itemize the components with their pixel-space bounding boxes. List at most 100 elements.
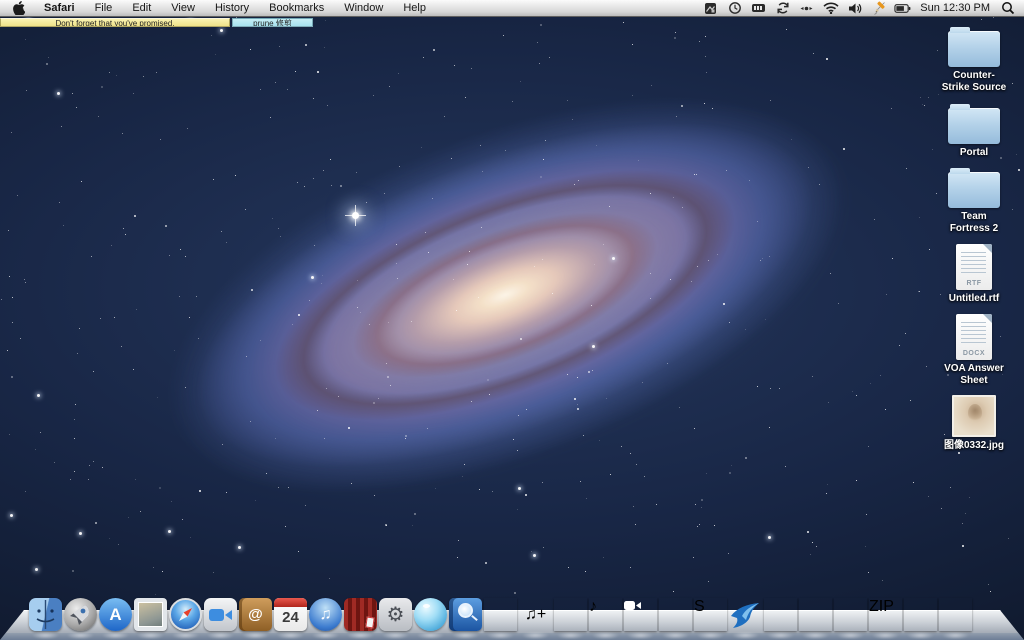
image-0332-jpg-file[interactable]: 图像0332.jpg (926, 395, 1022, 452)
dock-app-store[interactable]: A (98, 591, 133, 631)
trash-icon (939, 598, 972, 631)
dictionary-book-icon (449, 598, 482, 631)
dock-firefox[interactable] (483, 591, 518, 631)
ichat-bubble-icon (624, 598, 657, 631)
image-thumbnail-icon (952, 395, 996, 437)
folder-icon (948, 108, 1000, 144)
plus-badge: + (537, 606, 546, 624)
folder-icon (948, 172, 1000, 208)
desktop: Safari File Edit View History Bookmarks … (0, 0, 1024, 640)
system-preferences-gear-icon: ⚙ (379, 598, 412, 631)
folder-icon (948, 31, 1000, 67)
dock-itunes[interactable]: ♫ (308, 591, 343, 631)
dock-stickies[interactable] (658, 591, 693, 631)
zip-archive-icon: ZIP (869, 598, 902, 631)
volume-icon[interactable] (846, 0, 863, 17)
spotlight-search-icon[interactable] (999, 0, 1016, 17)
dock-red-music-app[interactable]: ♪ (588, 591, 623, 631)
menu-history[interactable]: History (205, 0, 259, 17)
sticky-note-prune[interactable]: prune 修剪 (232, 18, 313, 27)
wifi-icon[interactable] (822, 0, 839, 17)
stickies-notes-icon (659, 598, 692, 631)
minimized-window-icon (904, 598, 937, 631)
dock-skype[interactable]: S (693, 591, 728, 631)
dock-safari[interactable] (168, 591, 203, 631)
input-method-icon[interactable] (702, 0, 719, 17)
address-book-icon: @ (239, 598, 272, 631)
dock-chrome[interactable] (553, 591, 588, 631)
menu-window[interactable]: Window (334, 0, 393, 17)
dock-go-board-app[interactable] (798, 591, 833, 631)
icon-label: VOA Answer Sheet (944, 363, 1004, 387)
sync-icon[interactable] (774, 0, 791, 17)
dock-blue-mascot-app[interactable] (413, 591, 448, 631)
handwriting-pen-icon[interactable] (870, 0, 887, 17)
portal-folder[interactable]: Portal (926, 103, 1022, 159)
dock-thunder-bird-app[interactable] (728, 591, 763, 631)
universal-access-icon[interactable] (798, 0, 815, 17)
mail-stamp-icon (134, 598, 167, 631)
dock-music-plus-app[interactable]: ♫ + (518, 591, 553, 631)
folder-stack-icon (834, 598, 867, 631)
icon-label: 图像0332.jpg (944, 440, 1004, 452)
safari-compass-icon (169, 598, 202, 631)
active-app-menu[interactable]: Safari (34, 2, 85, 14)
sticky-note-reminder[interactable]: Don't forget that you've promised. (0, 18, 230, 27)
icon-label: Team Fortress 2 (950, 211, 998, 235)
rtf-document-icon: RTF (956, 244, 992, 290)
menu-edit[interactable]: Edit (122, 0, 161, 17)
dock-dictionary-app[interactable] (448, 591, 483, 631)
desktop-icons-column: Counter- Strike Source Portal Team Fortr… (926, 26, 1022, 461)
firefox-icon (484, 598, 517, 631)
itunes-icon: ♫ (309, 598, 342, 631)
dock-zip-archive[interactable]: ZIP (868, 591, 903, 631)
dock-photo-booth[interactable] (343, 591, 378, 631)
voa-answer-sheet-file[interactable]: DOCX VOA Answer Sheet (926, 314, 1022, 387)
menu-help[interactable]: Help (393, 0, 436, 17)
dock-green-orbs-app[interactable] (763, 591, 798, 631)
dock-finder[interactable] (28, 591, 63, 631)
dock-mail[interactable] (133, 591, 168, 631)
starfield (0, 0, 1024, 640)
photo-booth-curtain-icon (344, 598, 377, 631)
menu-bar-clock[interactable]: Sun 12:30 PM (918, 2, 992, 14)
dock-ichat[interactable] (623, 591, 658, 631)
blue-bird-icon (729, 598, 762, 631)
music-note-plus-icon: ♫ + (519, 598, 552, 631)
red-music-note-icon: ♪ (589, 598, 622, 631)
team-fortress-2-folder[interactable]: Team Fortress 2 (926, 167, 1022, 235)
dock-minimized-window[interactable] (903, 591, 938, 631)
apple-menu[interactable] (13, 1, 34, 15)
time-machine-clock-icon[interactable] (726, 0, 743, 17)
dock-system-preferences[interactable]: ⚙ (378, 591, 413, 631)
dock-ical[interactable]: 24 (273, 591, 308, 631)
dock-launchpad[interactable] (63, 591, 98, 631)
menu-file[interactable]: File (85, 0, 123, 17)
dock: A @ 24 ♫ ⚙ (28, 591, 973, 631)
apple-logo-icon (13, 1, 25, 15)
battery-icon[interactable] (894, 0, 911, 17)
facetime-camera-icon (204, 598, 237, 631)
untitled-rtf-file[interactable]: RTF Untitled.rtf (926, 244, 1022, 305)
menu-bar: Safari File Edit View History Bookmarks … (0, 0, 1024, 17)
counter-strike-source-folder[interactable]: Counter- Strike Source (926, 26, 1022, 94)
bright-star (352, 212, 359, 219)
dock-address-book[interactable]: @ (238, 591, 273, 631)
icon-label: Portal (960, 147, 988, 159)
icon-label: Counter- Strike Source (942, 70, 1006, 94)
app-store-icon: A (99, 598, 132, 631)
menu-bookmarks[interactable]: Bookmarks (259, 0, 334, 17)
icon-label: Untitled.rtf (949, 293, 1000, 305)
battery-meter-icon[interactable] (750, 0, 767, 17)
dock-documents-folder[interactable] (833, 591, 868, 631)
dock-facetime[interactable] (203, 591, 238, 631)
launchpad-rocket-icon (64, 598, 97, 631)
dock-trash[interactable] (938, 591, 973, 631)
chrome-icon (554, 598, 587, 631)
blue-mascot-icon (414, 598, 447, 631)
docx-document-icon: DOCX (956, 314, 992, 360)
finder-icon (29, 598, 62, 631)
green-orbs-icon (764, 598, 797, 631)
menu-view[interactable]: View (161, 0, 205, 17)
go-board-icon (799, 598, 832, 631)
